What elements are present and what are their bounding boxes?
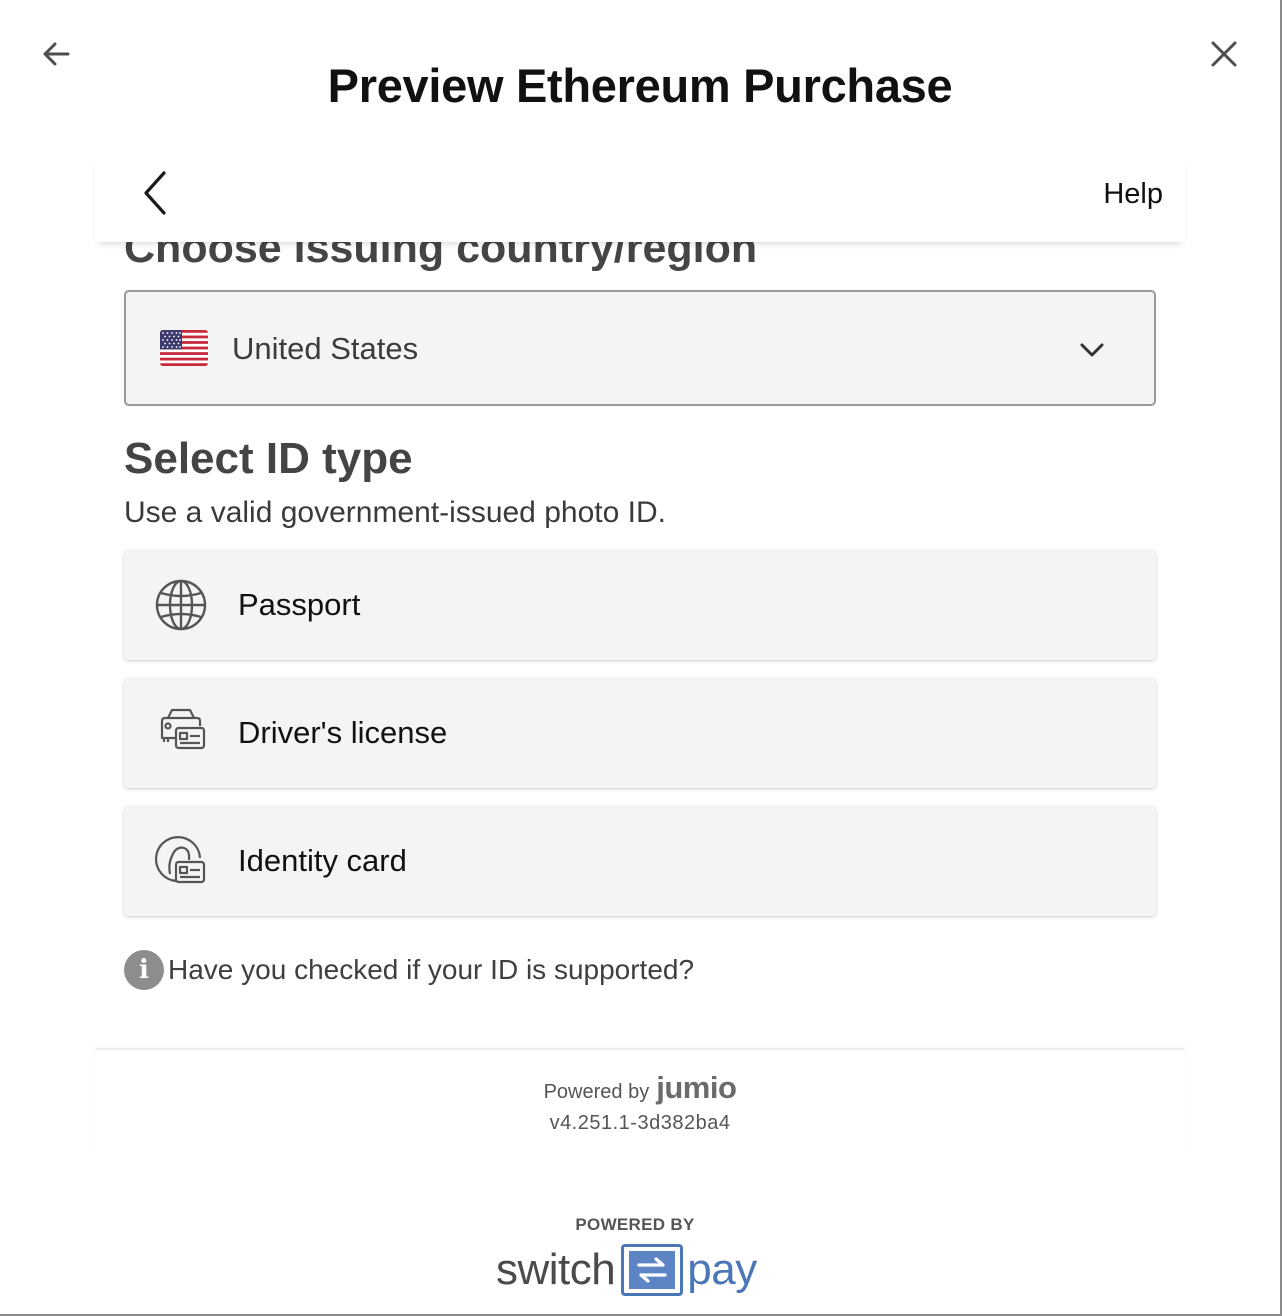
widget-header: Help bbox=[95, 150, 1185, 242]
switchpay-logo: switch pay bbox=[496, 1242, 757, 1298]
chevron-down-icon bbox=[1080, 343, 1104, 357]
chevron-left-icon bbox=[144, 171, 166, 215]
info-icon: i bbox=[124, 950, 164, 990]
globe-icon bbox=[155, 579, 207, 631]
provider-caption: POWERED BY bbox=[575, 1215, 695, 1234]
close-icon bbox=[1211, 41, 1237, 67]
widget-footer: Powered by jumio v4.251.1-3d382ba4 bbox=[95, 1048, 1185, 1158]
jumio-logo: jumio bbox=[656, 1070, 737, 1105]
id-option-label: Passport bbox=[238, 587, 361, 622]
logo-pay-text: pay bbox=[687, 1245, 757, 1294]
jumio-attribution: Powered by jumio bbox=[95, 1070, 1185, 1106]
selected-country: United States bbox=[232, 331, 419, 366]
id-option-label: Identity card bbox=[238, 843, 407, 878]
id-option-drivers-license[interactable]: Driver's license bbox=[124, 678, 1156, 788]
id-verification-widget: Choose issuing country/region United Sta… bbox=[95, 150, 1185, 1050]
us-flag-icon bbox=[160, 330, 208, 366]
purchase-modal: Preview Ethereum Purchase Choose issuing… bbox=[0, 0, 1282, 1316]
id-option-label: Driver's license bbox=[238, 715, 448, 750]
widget-version: v4.251.1-3d382ba4 bbox=[549, 1112, 731, 1134]
id-option-passport[interactable]: Passport bbox=[124, 550, 1156, 660]
country-select[interactable]: United States bbox=[124, 290, 1156, 406]
id-type-subtitle: Use a valid government-issued photo ID. bbox=[124, 496, 666, 529]
widget-back-button[interactable] bbox=[135, 170, 175, 216]
id-supported-text: Have you checked if your ID is supported… bbox=[168, 954, 695, 985]
logo-switch-text: switch bbox=[496, 1245, 616, 1294]
modal-title: Preview Ethereum Purchase bbox=[327, 59, 953, 112]
person-id-icon bbox=[154, 836, 206, 884]
help-link[interactable]: Help bbox=[1103, 178, 1163, 211]
id-option-identity-card[interactable]: Identity card bbox=[124, 806, 1156, 916]
id-supported-link[interactable]: i Have you checked if your ID is support… bbox=[124, 950, 694, 990]
swap-arrows-icon bbox=[621, 1244, 684, 1296]
id-type-heading: Select ID type bbox=[124, 434, 413, 483]
car-id-icon bbox=[160, 708, 206, 750]
close-button[interactable] bbox=[1206, 36, 1242, 72]
powered-by-label: Powered by bbox=[543, 1081, 650, 1103]
